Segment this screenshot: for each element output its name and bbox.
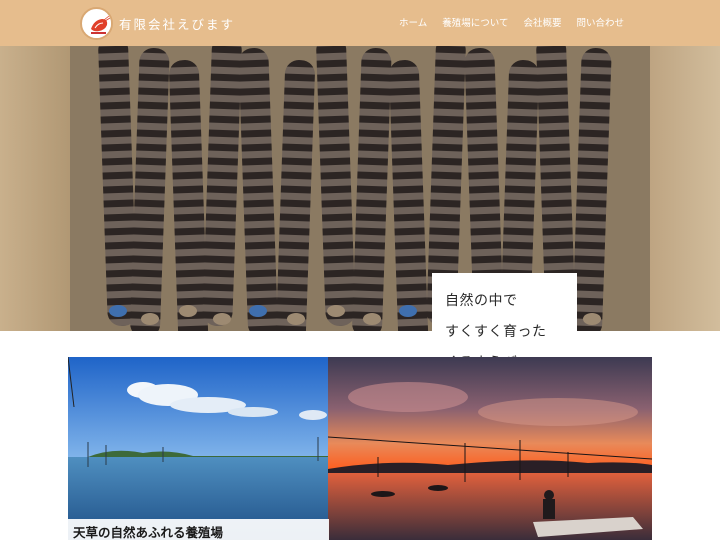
nav-home[interactable]: ホーム xyxy=(399,15,427,29)
brand-name[interactable]: 有限会社えびます xyxy=(119,14,235,33)
farm-daytime-photo[interactable] xyxy=(68,357,329,540)
hero-shrimp-photo xyxy=(0,46,720,331)
main-nav: ホーム 養殖場について 会社概要 問い合わせ xyxy=(399,15,624,29)
nav-farm[interactable]: 養殖場について xyxy=(442,15,508,29)
farm-caption: 天草の自然あふれる養殖場 xyxy=(68,519,329,540)
hero-caption-line: 自然の中で xyxy=(445,293,518,309)
nav-company[interactable]: 会社概要 xyxy=(523,15,561,29)
farm-sunset-photo[interactable] xyxy=(328,357,652,540)
site-header: 有限会社えびます ホーム 養殖場について 会社概要 問い合わせ xyxy=(0,0,720,46)
ebimasu-logo-icon[interactable] xyxy=(80,7,113,40)
hero-caption-line: すくすく育った xyxy=(445,324,547,340)
nav-contact[interactable]: 問い合わせ xyxy=(576,15,624,29)
